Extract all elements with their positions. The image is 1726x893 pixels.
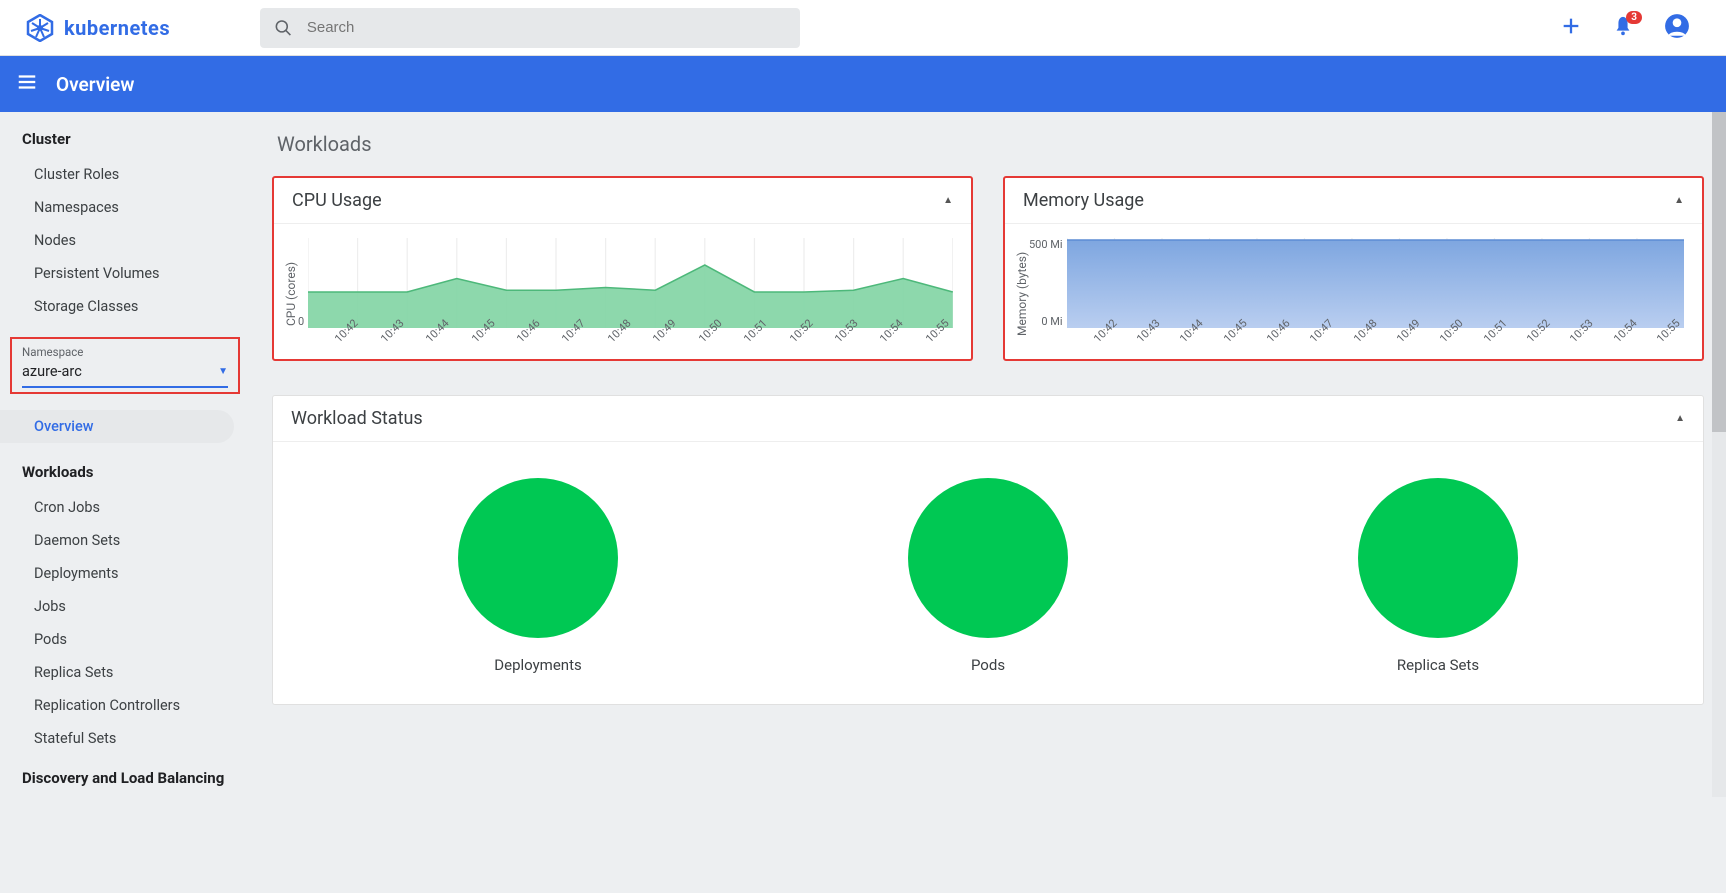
topbar: kubernetes 3 — [0, 0, 1726, 56]
sidebar-item-stateful-sets[interactable]: Stateful Sets — [0, 722, 250, 755]
secondary-bar: Overview — [0, 56, 1726, 112]
create-button[interactable] — [1560, 15, 1582, 41]
sidebar-item-deployments[interactable]: Deployments — [0, 557, 250, 590]
sidebar: Cluster Cluster Roles Namespaces Nodes P… — [0, 112, 250, 797]
sidebar-item-pods[interactable]: Pods — [0, 623, 250, 656]
sidebar-item-cluster-roles[interactable]: Cluster Roles — [0, 158, 250, 191]
cpu-xticks: 10:4210:4310:4410:4510:4610:4710:4810:49… — [308, 332, 953, 349]
account-button[interactable] — [1664, 13, 1690, 43]
user-icon — [1664, 13, 1690, 39]
sidebar-item-daemon-sets[interactable]: Daemon Sets — [0, 524, 250, 557]
workload-status-card: Workload Status ▲ Deployments Pods Repli… — [272, 395, 1704, 705]
brand-text: kubernetes — [64, 16, 170, 40]
memory-chart — [1067, 238, 1684, 328]
collapse-toggle[interactable]: ▲ — [943, 195, 953, 206]
sidebar-item-cron-jobs[interactable]: Cron Jobs — [0, 491, 250, 524]
sidebar-item-replica-sets[interactable]: Replica Sets — [0, 656, 250, 689]
status-deployments: Deployments — [458, 478, 618, 674]
scrollbar[interactable] — [1712, 112, 1726, 797]
status-card-title: Workload Status — [291, 408, 423, 429]
memory-xticks: 10:4210:4310:4410:4510:4610:4710:4810:49… — [1067, 332, 1684, 349]
chevron-down-icon: ▼ — [218, 366, 228, 377]
sidebar-item-nodes[interactable]: Nodes — [0, 224, 250, 257]
status-pods: Pods — [908, 478, 1068, 674]
sidebar-item-jobs[interactable]: Jobs — [0, 590, 250, 623]
sidebar-section-cluster[interactable]: Cluster — [0, 120, 250, 158]
sidebar-section-workloads[interactable]: Workloads — [0, 453, 250, 491]
search-icon — [274, 18, 293, 38]
brand-logo[interactable]: kubernetes — [26, 14, 170, 42]
menu-toggle[interactable] — [16, 71, 38, 97]
search-box[interactable] — [260, 8, 800, 48]
sidebar-item-storage-classes[interactable]: Storage Classes — [0, 290, 250, 323]
topbar-actions: 3 — [1560, 13, 1710, 43]
sidebar-item-persistent-volumes[interactable]: Persistent Volumes — [0, 257, 250, 290]
memory-ylabel: Memory (bytes) — [1015, 238, 1029, 349]
page-breadcrumb: Overview — [56, 73, 134, 96]
status-circle-icon — [908, 478, 1068, 638]
collapse-toggle[interactable]: ▲ — [1675, 413, 1685, 424]
sidebar-section-dlb[interactable]: Discovery and Load Balancing — [0, 755, 250, 797]
status-replica-sets: Replica Sets — [1358, 478, 1518, 674]
memory-usage-card: Memory Usage ▲ Memory (bytes) 500 Mi 0 M… — [1003, 176, 1704, 361]
cpu-usage-card: CPU Usage ▲ CPU (cores) 0 — [272, 176, 973, 361]
hamburger-icon — [16, 71, 38, 93]
cpu-card-title: CPU Usage — [292, 190, 382, 211]
namespace-value: azure-arc — [22, 363, 82, 380]
namespace-selector[interactable]: Namespace azure-arc ▼ — [10, 337, 240, 394]
scrollbar-thumb[interactable] — [1712, 112, 1726, 432]
notifications-button[interactable]: 3 — [1612, 15, 1634, 41]
kubernetes-icon — [26, 14, 54, 42]
sidebar-item-overview[interactable]: Overview — [0, 410, 234, 443]
search-input[interactable] — [307, 19, 786, 36]
collapse-toggle[interactable]: ▲ — [1674, 195, 1684, 206]
namespace-label: Namespace — [22, 345, 228, 359]
cpu-chart — [308, 238, 953, 328]
main-content: Workloads CPU Usage ▲ CPU (cores) 0 — [250, 112, 1726, 797]
page-title: Workloads — [277, 132, 1704, 156]
status-circle-icon — [458, 478, 618, 638]
cpu-ylabel: CPU (cores) — [284, 238, 298, 349]
sidebar-item-replication-controllers[interactable]: Replication Controllers — [0, 689, 250, 722]
plus-icon — [1560, 15, 1582, 37]
sidebar-item-namespaces[interactable]: Namespaces — [0, 191, 250, 224]
status-circle-icon — [1358, 478, 1518, 638]
memory-card-title: Memory Usage — [1023, 190, 1144, 211]
notification-badge: 3 — [1626, 11, 1642, 24]
